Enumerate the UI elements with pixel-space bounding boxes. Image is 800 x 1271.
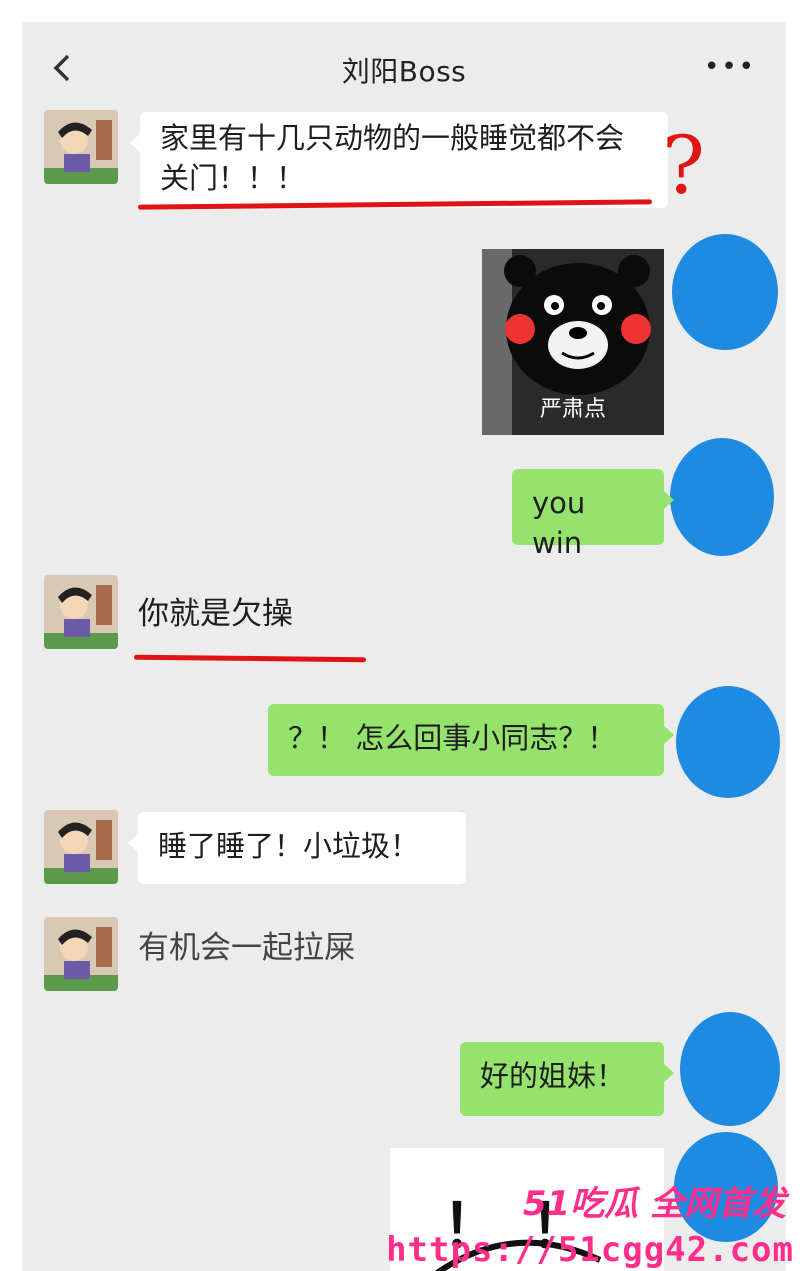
message-bubble-outgoing[interactable]: ？！ 怎么回事小同志？！	[268, 704, 674, 776]
avatar-redaction-blob	[676, 686, 780, 798]
message-bubble-outgoing[interactable]: you win	[512, 469, 674, 560]
avatar-redaction-blob	[670, 438, 774, 556]
message-bubble-incoming[interactable]: 睡了睡了！小垃圾！	[128, 812, 466, 884]
contact-avatar[interactable]	[44, 810, 118, 884]
message-text: 好的姐妹！	[480, 1059, 626, 1093]
more-options-icon[interactable]: •••	[704, 54, 756, 80]
message-text: ？！ 怎么回事小同志？！	[288, 721, 617, 755]
message-text: you win	[532, 486, 586, 560]
message-text: 睡了睡了！小垃圾！	[158, 829, 420, 863]
contact-avatar[interactable]	[44, 917, 118, 991]
red-underline-annotation	[133, 654, 367, 663]
sticker-caption: 严肃点	[539, 397, 606, 422]
chat-title: 刘阳Boss	[341, 55, 467, 88]
message-text-incoming[interactable]: 有机会一起拉屎	[138, 922, 355, 967]
watermark-url: https://51cgg42.com	[386, 1230, 794, 1270]
avatar-redaction-blob	[680, 1012, 780, 1126]
contact-avatar[interactable]	[44, 110, 118, 184]
watermark-title: 51吃瓜 全网首发	[522, 1184, 786, 1224]
chat-header: 刘阳Boss •••	[22, 22, 786, 114]
sticker-image[interactable]: 严肃点	[482, 249, 664, 435]
message-bubble-incoming[interactable]: 家里有十几只动物的一般睡觉都不会关门！！！	[130, 112, 668, 208]
message-text-incoming[interactable]: 你就是欠操	[138, 588, 293, 633]
chat-screen: 刘阳Boss ••• 家里有十几只动物的一般睡觉都不会关门！！！ ? 严肃点 y…	[22, 22, 786, 1271]
avatar-redaction-blob	[672, 234, 778, 350]
message-text: 家里有十几只动物的一般睡觉都不会关门！！！	[160, 121, 625, 195]
red-question-mark-annotation: ?	[662, 119, 705, 212]
message-bubble-outgoing[interactable]: 好的姐妹！	[460, 1042, 674, 1116]
contact-avatar[interactable]	[44, 575, 118, 649]
